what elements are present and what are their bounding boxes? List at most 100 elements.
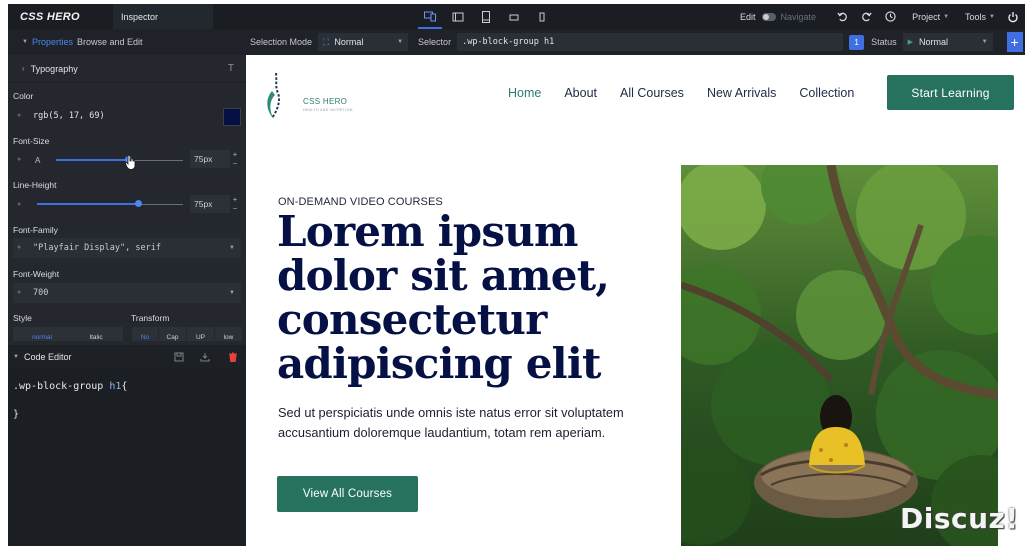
- redo-button[interactable]: [854, 4, 878, 29]
- selection-mode: Selection Mode ⛶ Normal ▼: [250, 33, 409, 51]
- code-tag: h1: [109, 381, 122, 392]
- line-height-input[interactable]: 75px: [190, 195, 230, 213]
- tools-menu-label: Tools: [965, 11, 987, 22]
- save-icon[interactable]: [174, 352, 184, 362]
- exit-button[interactable]: [1001, 4, 1025, 29]
- edit-label: Edit: [740, 11, 756, 22]
- view-all-courses-button[interactable]: View All Courses: [277, 476, 418, 512]
- nav-home[interactable]: Home: [508, 86, 541, 100]
- properties-panel: ‹ Typography T Color ● rgb(5, 17, 69) Fo…: [8, 55, 246, 546]
- code-editor-title: Code Editor: [23, 352, 72, 362]
- hero-title[interactable]: Lorem ipsum dolor sit amet, consectetur …: [277, 210, 647, 386]
- redo-icon: [861, 12, 872, 22]
- font-family-select[interactable]: ● "Playfair Display", serif ▼: [13, 238, 241, 258]
- line-height-slider-fill: [37, 203, 138, 205]
- style-label: Style: [13, 313, 32, 323]
- hero-image: [681, 165, 998, 546]
- color-swatch[interactable]: [223, 108, 241, 126]
- tools-menu[interactable]: Tools ▼: [965, 12, 995, 22]
- responsive-icon: [424, 11, 436, 21]
- tab-inspector[interactable]: Inspector: [113, 4, 213, 29]
- nav-new-arrivals[interactable]: New Arrivals: [707, 86, 776, 100]
- hero-title-line: dolor sit amet,: [277, 251, 610, 300]
- desktop-view-button[interactable]: [446, 4, 470, 29]
- site-logo-name: CSS HERO: [303, 97, 348, 106]
- font-size-stepper[interactable]: + −: [231, 150, 239, 168]
- pin-icon[interactable]: ●: [17, 156, 25, 164]
- transform-option-lowercase[interactable]: low: [215, 327, 242, 341]
- code-selector: .wp-block-group: [13, 381, 110, 392]
- transform-option-uppercase[interactable]: UP: [187, 327, 214, 341]
- nav-all-courses[interactable]: All Courses: [620, 86, 684, 100]
- typography-title: Typography: [30, 63, 78, 74]
- responsive-view-button[interactable]: [418, 4, 442, 29]
- app-logo: CSS HERO: [8, 4, 113, 29]
- pin-icon[interactable]: ●: [17, 201, 25, 209]
- text-icon: T: [227, 63, 234, 74]
- transform-option-none[interactable]: No: [132, 327, 158, 341]
- chevron-down-icon: ▼: [943, 13, 950, 20]
- site-logo[interactable]: CSS HERO HEALTH AND NUTRITION: [262, 67, 357, 119]
- spine-logo-icon: [267, 72, 281, 119]
- pin-icon[interactable]: ●: [17, 289, 25, 297]
- tablet-landscape-view-button[interactable]: [502, 4, 526, 29]
- chevron-down-icon: ▼: [981, 39, 988, 45]
- project-menu-label: Project: [912, 11, 941, 22]
- code-editor-body[interactable]: .wp-block-group h1{ }: [8, 369, 246, 546]
- line-height-slider-handle[interactable]: [135, 200, 142, 207]
- history-button[interactable]: [878, 4, 902, 29]
- top-bar: CSS HERO Inspector Edit Navigate Project…: [8, 4, 1025, 29]
- properties-breadcrumb: ▼ Properties Browse and Edit: [8, 37, 246, 47]
- browse-edit-label: Browse and Edit: [76, 37, 143, 47]
- navigate-label: Navigate: [780, 11, 817, 22]
- nav-collection[interactable]: Collection: [799, 86, 854, 100]
- status-label: Status: [871, 37, 897, 47]
- download-icon[interactable]: [200, 352, 210, 362]
- edit-navigate-toggle[interactable]: [761, 12, 776, 21]
- watermark: Discuz!: [900, 502, 1019, 535]
- undo-button[interactable]: [830, 4, 854, 29]
- target-icon: ⛶: [323, 36, 330, 47]
- project-menu[interactable]: Project ▼: [912, 12, 949, 22]
- site-logo-tagline: HEALTH AND NUTRITION: [303, 108, 353, 112]
- typography-header[interactable]: ‹ Typography T: [8, 55, 246, 83]
- color-value[interactable]: rgb(5, 17, 69): [33, 111, 105, 121]
- tablet-landscape-icon: [509, 14, 519, 20]
- mobile-view-button[interactable]: [530, 4, 554, 29]
- code-editor-header[interactable]: ▼ Code Editor: [8, 345, 246, 369]
- trash-icon[interactable]: [228, 352, 238, 362]
- font-size-slider-fill: [56, 159, 128, 161]
- pin-icon[interactable]: ●: [17, 112, 25, 120]
- font-family-label: Font-Family: [13, 225, 58, 235]
- start-learning-button[interactable]: Start Learning: [887, 75, 1014, 110]
- font-size-input[interactable]: 75px: [190, 150, 230, 168]
- selector-input[interactable]: .wp-block-group h1: [457, 33, 844, 51]
- style-option-italic[interactable]: Italic: [69, 327, 123, 341]
- status-select[interactable]: ▶ Normal ▼: [902, 33, 993, 51]
- clock-icon: [884, 11, 896, 22]
- chevron-down-icon: ▼: [989, 13, 995, 20]
- selector-count-badge[interactable]: 1: [849, 34, 865, 50]
- nav-about[interactable]: About: [564, 86, 597, 100]
- font-weight-select[interactable]: ● 700 ▼: [13, 283, 241, 303]
- code-line-2: }: [13, 409, 20, 420]
- desktop-icon: [452, 12, 464, 21]
- pin-icon[interactable]: ●: [17, 244, 25, 252]
- font-size-icon: A: [35, 155, 41, 165]
- line-height-stepper[interactable]: + −: [231, 195, 239, 213]
- selection-mode-select[interactable]: ⛶ Normal ▼: [318, 33, 409, 51]
- chevron-down-icon: ▼: [397, 39, 404, 45]
- transform-label: Transform: [131, 313, 170, 323]
- tablet-view-button[interactable]: [474, 4, 498, 29]
- transform-option-capitalize[interactable]: Cap: [159, 327, 186, 341]
- color-label: Color: [13, 91, 34, 101]
- chevron-down-icon: ▼: [229, 245, 235, 251]
- chevron-left-icon: ‹: [22, 64, 25, 73]
- style-option-normal[interactable]: normal: [13, 327, 71, 341]
- hero-title-line: Lorem ipsum: [277, 207, 578, 256]
- mobile-icon: [539, 12, 545, 21]
- top-right-controls: Edit Navigate Project ▼ Tools ▼: [740, 4, 1025, 29]
- properties-link[interactable]: Properties: [32, 37, 73, 47]
- play-icon: ▶: [907, 39, 913, 46]
- add-button[interactable]: +: [1006, 32, 1023, 52]
